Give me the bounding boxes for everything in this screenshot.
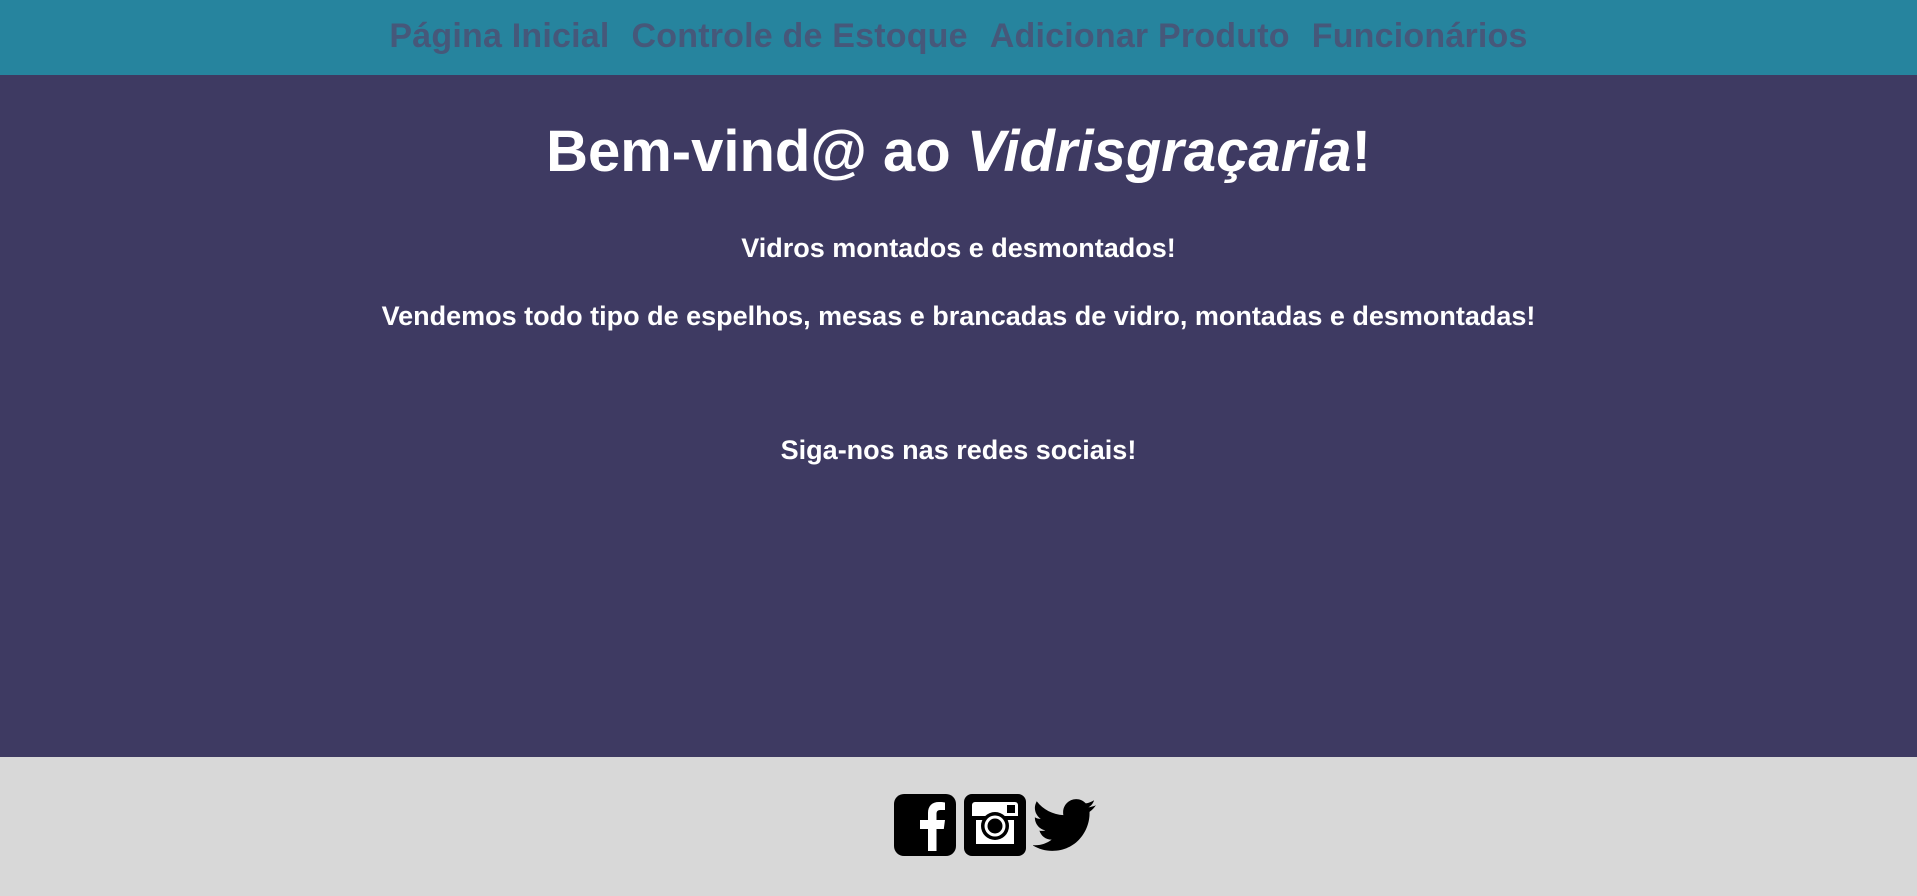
page-title: Bem-vind@ ao Vidrisgraçaria! — [0, 117, 1917, 187]
top-navigation: Página Inicial Controle de Estoque Adici… — [0, 0, 1917, 75]
main-content: Bem-vind@ ao Vidrisgraçaria! Vidros mont… — [0, 75, 1917, 757]
description: Vendemos todo tipo de espelhos, mesas e … — [381, 301, 1536, 331]
tagline: Vidros montados e desmontados! — [741, 233, 1176, 263]
instagram-icon[interactable] — [963, 793, 1027, 857]
nav-link-adicionar-produto[interactable]: Adicionar Produto — [990, 17, 1290, 56]
social-links — [893, 793, 1103, 857]
facebook-icon[interactable] — [893, 793, 957, 857]
nav-link-funcionarios[interactable]: Funcionários — [1312, 17, 1528, 56]
footer — [0, 757, 1917, 896]
follow-us-text: Siga-nos nas redes sociais! — [780, 435, 1137, 465]
nav-link-pagina-inicial[interactable]: Página Inicial — [389, 17, 609, 56]
page-title-suffix: ! — [1351, 119, 1371, 184]
brand-name: Vidrisgraçaria — [966, 119, 1352, 184]
twitter-icon[interactable] — [1033, 793, 1097, 857]
page-title-prefix: Bem-vind@ ao — [546, 119, 967, 184]
nav-link-controle-de-estoque[interactable]: Controle de Estoque — [632, 17, 968, 56]
